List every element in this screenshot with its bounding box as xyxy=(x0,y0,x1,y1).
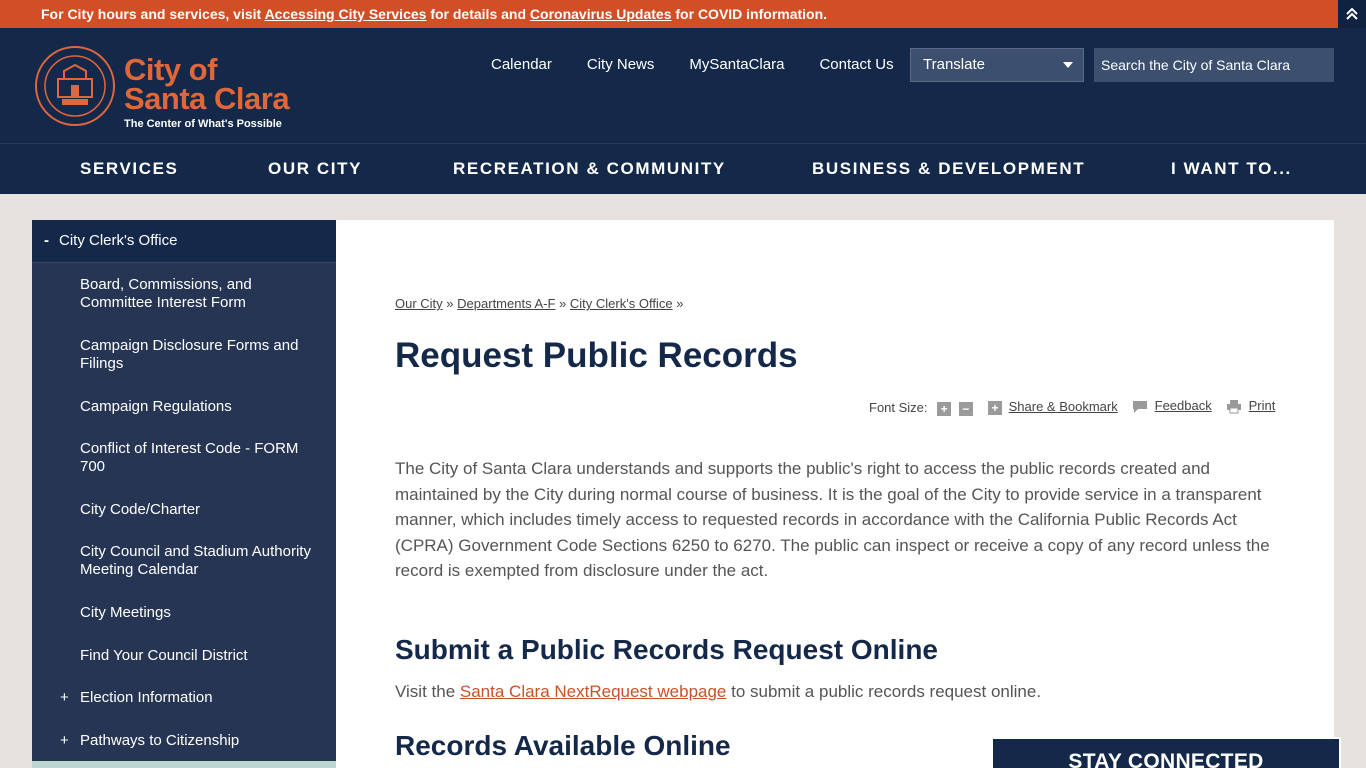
sidebar-next-item-edge xyxy=(32,761,336,768)
sidebar-item-conflict-of-interest[interactable]: Conflict of Interest Code - FORM 700 xyxy=(32,440,336,476)
coronavirus-updates-link[interactable]: Coronavirus Updates xyxy=(530,6,672,22)
sidebar-item-board-commissions[interactable]: Board, Commissions, and Committee Intere… xyxy=(32,276,336,312)
main-nav: SERVICES OUR CITY RECREATION & COMMUNITY… xyxy=(0,143,1366,194)
city-logo[interactable]: City of Santa Clara The Center of What's… xyxy=(34,45,304,131)
nav-services[interactable]: SERVICES xyxy=(80,159,178,179)
alert-text-3: for COVID information. xyxy=(671,6,828,22)
sidebar-item-city-meetings[interactable]: City Meetings xyxy=(32,604,185,622)
utility-nav: Calendar City News MySantaClara Contact … xyxy=(491,56,929,73)
logo-line2: Santa Clara xyxy=(124,81,290,116)
sidebar-item-label: Pathways to Citizenship xyxy=(80,732,240,749)
sidebar-heading[interactable]: - City Clerk's Office xyxy=(32,220,336,263)
translate-label: Translate xyxy=(923,56,985,73)
nav-business-development[interactable]: BUSINESS & DEVELOPMENT xyxy=(812,159,1085,179)
double-chevron-up-icon xyxy=(1346,7,1358,20)
nav-i-want-to[interactable]: I WANT TO... xyxy=(1171,159,1292,179)
accessing-city-services-link[interactable]: Accessing City Services xyxy=(265,6,427,22)
breadcrumb-departments[interactable]: Departments A-F xyxy=(457,296,555,311)
chevron-down-icon xyxy=(1063,62,1073,68)
visit-paragraph: Visit the Santa Clara NextRequest webpag… xyxy=(395,682,1041,702)
sidebar-item-city-code[interactable]: City Code/Charter xyxy=(32,501,214,519)
nextrequest-link[interactable]: Santa Clara NextRequest webpage xyxy=(460,682,727,701)
font-decrease-icon[interactable]: − xyxy=(958,401,973,416)
printer-icon xyxy=(1227,400,1241,414)
visit-prefix: Visit the xyxy=(395,682,460,701)
section-records-online: Records Available Online xyxy=(395,730,731,761)
sidebar: - City Clerk's Office Board, Commissions… xyxy=(32,220,336,768)
alert-text-1: For City hours and services, visit xyxy=(41,6,265,22)
logo-line1: City of xyxy=(124,52,217,87)
logo-wordmark: City of Santa Clara xyxy=(124,52,290,116)
search-input[interactable] xyxy=(1094,48,1334,82)
print-tool[interactable]: Print xyxy=(1226,398,1275,414)
feedback-tool[interactable]: Feedback xyxy=(1132,398,1212,414)
breadcrumb-separator: » xyxy=(446,296,454,311)
intro-paragraph: The City of Santa Clara understands and … xyxy=(395,459,1270,580)
speech-bubble-icon xyxy=(1133,400,1147,413)
top-link-calendar[interactable]: Calendar xyxy=(491,56,552,73)
collapse-minus-icon: - xyxy=(44,232,49,249)
page-title: Request Public Records xyxy=(395,336,798,375)
share-bookmark-link[interactable]: Share & Bookmark xyxy=(1009,399,1118,414)
sidebar-item-election-info[interactable]: + Election Information xyxy=(32,689,336,707)
print-link[interactable]: Print xyxy=(1249,398,1276,413)
top-link-mysantaclara[interactable]: MySantaClara xyxy=(689,56,784,73)
sidebar-item-label: Election Information xyxy=(80,689,213,706)
translate-dropdown[interactable]: Translate xyxy=(910,48,1084,82)
alert-bar: For City hours and services, visit Acces… xyxy=(0,0,1366,28)
share-plus-icon: + xyxy=(988,400,1002,415)
font-size-label: Font Size: xyxy=(869,400,928,415)
expand-plus-icon: + xyxy=(60,732,69,749)
city-seal-icon xyxy=(35,46,115,126)
top-link-city-news[interactable]: City News xyxy=(587,56,655,73)
site-header: City of Santa Clara The Center of What's… xyxy=(0,28,1366,143)
sidebar-heading-label: City Clerk's Office xyxy=(59,232,178,249)
breadcrumb-separator: » xyxy=(676,296,684,311)
sidebar-item-campaign-disclosure[interactable]: Campaign Disclosure Forms and Filings xyxy=(32,337,336,373)
sidebar-item-campaign-regulations[interactable]: Campaign Regulations xyxy=(32,398,246,416)
breadcrumb-city-clerk[interactable]: City Clerk's Office xyxy=(570,296,673,311)
expand-plus-icon: + xyxy=(60,689,69,706)
section-submit-request: Submit a Public Records Request Online xyxy=(395,634,938,665)
stay-connected-button[interactable]: STAY CONNECTED xyxy=(991,737,1341,768)
breadcrumb-our-city[interactable]: Our City xyxy=(395,296,443,311)
share-bookmark-tool[interactable]: + Share & Bookmark xyxy=(988,399,1118,415)
sidebar-item-pathways-citizenship[interactable]: + Pathways to Citizenship xyxy=(32,732,336,750)
feedback-link[interactable]: Feedback xyxy=(1155,398,1212,413)
breadcrumb: Our City » Departments A-F » City Clerk'… xyxy=(395,296,683,311)
sidebar-item-council-district[interactable]: Find Your Council District xyxy=(32,647,262,665)
font-size-tool: Font Size: + − xyxy=(869,400,973,416)
sidebar-item-council-calendar[interactable]: City Council and Stadium Authority Meeti… xyxy=(32,543,336,579)
alert-text-2: for details and xyxy=(426,6,530,22)
visit-suffix: to submit a public records request onlin… xyxy=(726,682,1042,701)
alert-collapse-button[interactable] xyxy=(1338,0,1366,28)
font-increase-icon[interactable]: + xyxy=(937,401,952,416)
main-content: Our City » Departments A-F » City Clerk'… xyxy=(336,220,1334,768)
nav-our-city[interactable]: OUR CITY xyxy=(268,159,362,179)
logo-tagline: The Center of What's Possible xyxy=(124,118,282,130)
top-link-contact-us[interactable]: Contact Us xyxy=(819,56,893,73)
breadcrumb-separator: » xyxy=(559,296,567,311)
nav-recreation-community[interactable]: RECREATION & COMMUNITY xyxy=(453,159,726,179)
